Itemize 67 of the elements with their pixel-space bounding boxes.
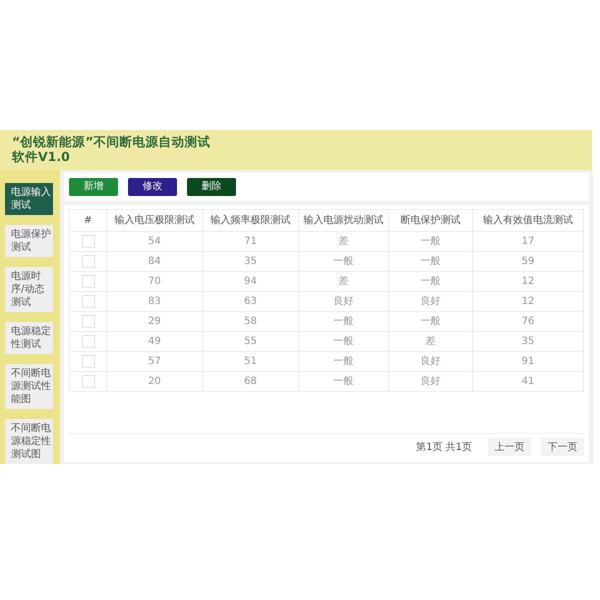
column-header: 输入频率极限测试 bbox=[202, 210, 298, 232]
table-cell: 49 bbox=[106, 332, 202, 352]
table-cell: 一般 bbox=[388, 232, 472, 252]
table-cell: 54 bbox=[106, 232, 202, 252]
table-cell: 差 bbox=[298, 232, 388, 252]
column-header: 输入电压极限测试 bbox=[106, 210, 202, 232]
table-cell: 68 bbox=[202, 372, 298, 392]
table-cell: 59 bbox=[472, 252, 584, 272]
column-header: # bbox=[70, 210, 106, 232]
row-checkbox[interactable] bbox=[82, 274, 94, 288]
column-header: 输入有效值电流测试 bbox=[472, 210, 584, 232]
row-checkbox[interactable] bbox=[82, 314, 94, 328]
table-cell: 83 bbox=[106, 292, 202, 312]
add-button[interactable]: 新增 bbox=[69, 178, 118, 196]
table-cell: 35 bbox=[202, 252, 298, 272]
delete-button[interactable]: 删除 bbox=[187, 178, 236, 196]
table-cell: 一般 bbox=[298, 372, 388, 392]
table-cell: 29 bbox=[106, 312, 202, 332]
table-cell: 55 bbox=[202, 332, 298, 352]
column-header: 断电保护测试 bbox=[388, 210, 472, 232]
sidebar-item[interactable]: 不间断电源测试性能图 bbox=[5, 364, 53, 409]
table-cell: 差 bbox=[388, 332, 472, 352]
sidebar-item[interactable]: 电源保护测试 bbox=[5, 225, 53, 257]
row-checkbox[interactable] bbox=[82, 374, 94, 388]
table-cell: 一般 bbox=[388, 312, 472, 332]
table-cell: 76 bbox=[472, 312, 584, 332]
edit-button[interactable]: 修改 bbox=[128, 178, 177, 196]
table-cell: 84 bbox=[106, 252, 202, 272]
table-cell: 一般 bbox=[388, 252, 472, 272]
previous-page-button[interactable]: 上一页 bbox=[488, 438, 531, 456]
table-cell: 一般 bbox=[298, 352, 388, 372]
sidebar-item[interactable]: 电源稳定性测试 bbox=[5, 322, 53, 354]
table-cell: 91 bbox=[472, 352, 584, 372]
table-cell: 71 bbox=[202, 232, 298, 252]
table-cell: 41 bbox=[472, 372, 584, 392]
table-cell: 良好 bbox=[388, 372, 472, 392]
table-cell: 51 bbox=[202, 352, 298, 372]
table-cell: 12 bbox=[472, 272, 584, 292]
row-checkbox[interactable] bbox=[82, 254, 94, 268]
sidebar-item[interactable]: 电源输入测试 bbox=[5, 183, 53, 215]
row-checkbox[interactable] bbox=[82, 294, 94, 308]
table-cell: 良好 bbox=[388, 292, 472, 312]
table-cell: 20 bbox=[106, 372, 202, 392]
table-cell: 一般 bbox=[298, 332, 388, 352]
table-cell: 良好 bbox=[298, 292, 388, 312]
row-checkbox[interactable] bbox=[82, 354, 94, 368]
next-page-button[interactable]: 下一页 bbox=[541, 438, 584, 456]
page-info: 第1页 共1页 bbox=[416, 440, 472, 454]
table-cell: 58 bbox=[202, 312, 298, 332]
table-cell: 12 bbox=[472, 292, 584, 312]
table-cell: 94 bbox=[202, 272, 298, 292]
table-cell: 57 bbox=[106, 352, 202, 372]
table-cell: 63 bbox=[202, 292, 298, 312]
app-title: “创锐新能源”不间断电源自动测试软件V1.0 bbox=[12, 134, 212, 164]
sidebar-item[interactable]: 电源时序/动态测试 bbox=[5, 267, 53, 312]
table-cell: 差 bbox=[298, 272, 388, 292]
row-checkbox[interactable] bbox=[82, 234, 94, 248]
sidebar-item[interactable]: 不间断电源稳定性测试图 bbox=[5, 419, 53, 464]
table-cell: 良好 bbox=[388, 352, 472, 372]
table-cell: 70 bbox=[106, 272, 202, 292]
column-header: 输入电源扰动测试 bbox=[298, 210, 388, 232]
table-cell: 35 bbox=[472, 332, 584, 352]
table-cell: 一般 bbox=[298, 312, 388, 332]
table-cell: 一般 bbox=[388, 272, 472, 292]
row-checkbox[interactable] bbox=[82, 334, 94, 348]
table-cell: 一般 bbox=[298, 252, 388, 272]
table-cell: 17 bbox=[472, 232, 584, 252]
